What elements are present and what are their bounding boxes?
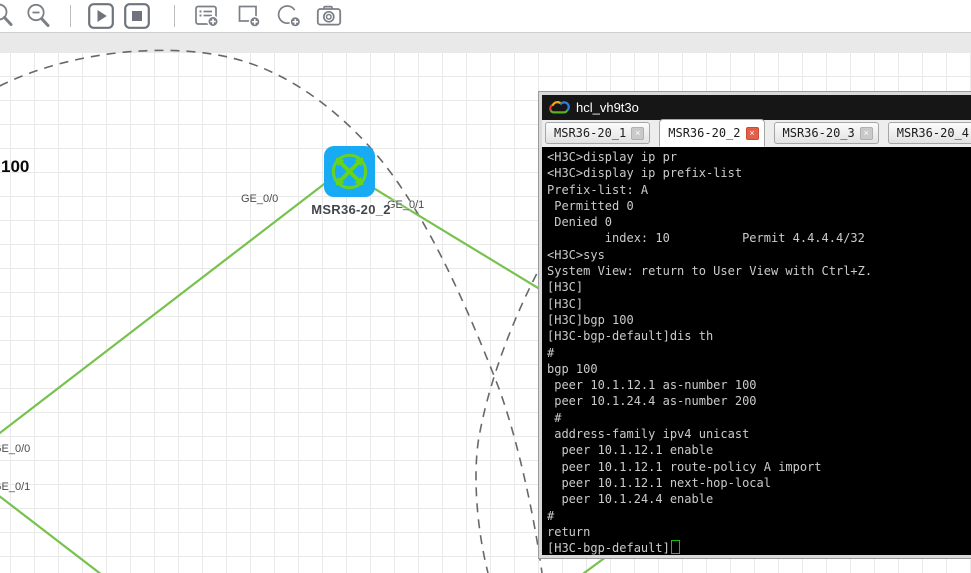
tab-msr36-20-4[interactable]: MSR36-20_4 × [887, 122, 971, 144]
start-devices-button[interactable] [88, 3, 114, 29]
toolbar-separator [70, 5, 71, 27]
tab-close-icon[interactable]: × [745, 126, 759, 140]
terminal-window: hcl_vh9t3o MSR36-20_1 × MSR36-20_2 × MSR… [538, 91, 971, 559]
tab-label: MSR36-20_2 [668, 126, 741, 140]
tab-msr36-20-1[interactable]: MSR36-20_1 × [545, 122, 651, 144]
terminal-titlebar[interactable]: hcl_vh9t3o [542, 95, 971, 120]
link-router-to-left-device[interactable] [0, 167, 346, 439]
add-note-icon[interactable] [194, 3, 220, 29]
terminal-console[interactable]: <H3C>display ip pr <H3C>display ip prefi… [542, 147, 971, 555]
as-boundary-ellipse-left [0, 49, 543, 573]
console-text: <H3C>display ip pr <H3C>display ip prefi… [547, 150, 873, 555]
tab-label: MSR36-20_4 [896, 126, 969, 140]
tab-close-icon[interactable]: × [631, 126, 645, 140]
toolbar [0, 0, 971, 33]
tab-msr36-20-3[interactable]: MSR36-20_3 × [773, 122, 879, 144]
router-device-label: MSR36-20_2 [311, 202, 391, 217]
zoom-in-icon[interactable] [0, 3, 14, 29]
terminal-title: hcl_vh9t3o [576, 100, 639, 115]
port-label-ge00: GE_0/0 [241, 193, 279, 205]
tab-close-icon[interactable]: × [859, 126, 873, 140]
tab-msr36-20-2[interactable]: MSR36-20_2 × [659, 119, 765, 147]
tab-label: MSR36-20_3 [782, 126, 855, 140]
add-frame-icon[interactable] [236, 3, 262, 29]
tab-label: MSR36-20_1 [554, 126, 627, 140]
as-number-label: 100 [1, 157, 30, 176]
console-cursor [670, 540, 680, 555]
screenshot-icon[interactable] [316, 3, 343, 29]
offscreen-port-label-ge01: GE_0/1 [0, 481, 31, 493]
link-left-device-to-bottom-device[interactable] [0, 492, 106, 573]
stop-devices-button[interactable] [124, 3, 150, 29]
hcl-cloud-logo-icon [549, 101, 570, 114]
offscreen-port-label-ge00: GE_0/0 [0, 443, 31, 455]
router-device-icon[interactable] [324, 146, 375, 197]
add-ellipse-icon[interactable] [276, 3, 303, 29]
toolbar-separator [174, 5, 175, 27]
link-router-to-right-device[interactable] [351, 174, 567, 306]
zoom-out-icon[interactable] [24, 3, 51, 29]
terminal-tabbar: MSR36-20_1 × MSR36-20_2 × MSR36-20_3 × M… [542, 119, 971, 147]
